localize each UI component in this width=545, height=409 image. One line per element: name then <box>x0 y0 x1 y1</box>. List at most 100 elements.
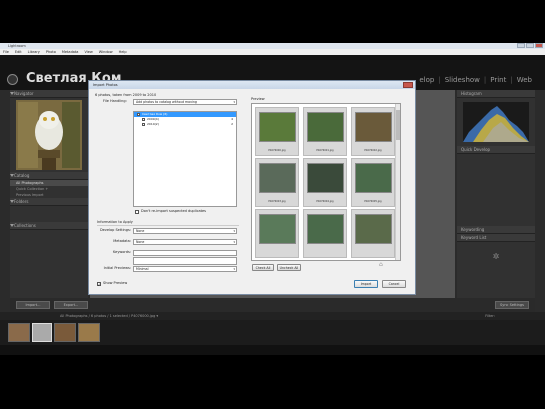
preview-cell[interactable]: P4076005.jpg <box>351 158 395 207</box>
minimize-button[interactable] <box>517 43 525 48</box>
preview-cell[interactable]: P4076004.jpg <box>303 158 347 207</box>
scrollbar-thumb[interactable] <box>396 110 400 140</box>
export-button[interactable]: Export... <box>54 301 88 309</box>
collections-label: Collections <box>14 223 36 228</box>
check-all-button[interactable]: Check All <box>252 264 274 271</box>
preview-image <box>355 214 392 244</box>
preview-scrollbar[interactable] <box>395 104 400 260</box>
dont-reimport-checkbox[interactable] <box>135 210 139 214</box>
import-dialog-button[interactable]: Import <box>354 280 378 288</box>
filmstrip-bar: All Photographs / 6 photos / 1 selected … <box>0 312 545 320</box>
folder-listbox[interactable]: Светлая Ком (6) 2009(4) 4 2010(2) 2 <box>133 111 237 207</box>
navigator-preview[interactable] <box>16 100 82 170</box>
thumbnail-size-slider[interactable]: ⌂ <box>379 261 383 268</box>
navigator-label: Navigator <box>14 91 34 96</box>
metadata-label: Metadata: <box>113 239 131 243</box>
preview-cell[interactable]: P4076002.jpg <box>351 107 395 156</box>
left-panel: Navigator Catalog All Photographs Quick … <box>10 90 88 298</box>
folder-item-label: 2009(4) <box>147 117 159 121</box>
preview-image <box>355 163 392 193</box>
preview-caption: P4076004.jpg <box>316 200 334 203</box>
preview-cell[interactable]: P4076003.jpg <box>255 158 299 207</box>
keywording-header[interactable]: Keywording <box>457 226 535 234</box>
filter-label: Filter: <box>485 314 495 318</box>
thumb-image <box>79 324 99 341</box>
folder-checkbox[interactable] <box>137 112 140 116</box>
folders-label: Folders <box>14 199 29 204</box>
right-panel: Histogram Quick Develop Keywording Keywo… <box>457 90 535 298</box>
metadata-select[interactable]: None <box>133 239 237 245</box>
catalog-header[interactable]: Catalog <box>10 172 88 180</box>
disclosure-triangle-icon <box>10 174 14 177</box>
panel-spacer <box>457 242 535 252</box>
dialog-title: Import Photos <box>93 83 118 87</box>
sync-settings-button[interactable]: Sync Settings <box>495 301 529 309</box>
taskbar <box>0 345 545 355</box>
filmstrip-path[interactable]: All Photographs / 6 photos / 1 selected … <box>60 314 158 318</box>
preview-image <box>307 163 344 193</box>
filmstrip-thumb[interactable] <box>78 323 100 342</box>
thumb-image <box>9 324 29 341</box>
histogram-label: Histogram <box>461 91 482 96</box>
initial-previews-label: Initial Previews: <box>103 266 131 270</box>
quick-develop-controls[interactable] <box>457 154 535 226</box>
file-handling-select[interactable]: Add photos to catalog without moving <box>133 99 237 105</box>
import-dialog: Import Photos 6 photos, taken from 2009 … <box>88 80 416 295</box>
preview-cell[interactable] <box>351 209 395 258</box>
show-preview-label: Show Preview <box>103 281 128 285</box>
module-develop[interactable]: elop <box>416 76 437 84</box>
uncheck-all-button[interactable]: Uncheck All <box>277 264 301 271</box>
folder-checkbox[interactable] <box>142 117 145 121</box>
module-web[interactable]: Web <box>514 76 535 84</box>
file-info-text: 6 photos, taken from 2009 to 2010 <box>95 93 157 97</box>
preview-cell[interactable] <box>303 209 347 258</box>
import-button[interactable]: Import... <box>16 301 50 309</box>
filmstrip-thumb[interactable] <box>32 323 52 342</box>
develop-settings-select[interactable]: None <box>133 228 237 234</box>
preview-grid: P4076000.jpg P4076001.jpg P4076002.jpg P… <box>251 103 401 261</box>
module-picker: elop | Slideshow | Print | Web <box>416 76 535 84</box>
quick-develop-label: Quick Develop <box>461 147 491 152</box>
preview-caption: P4076003.jpg <box>268 200 286 203</box>
filmstrip-thumb[interactable] <box>8 323 30 342</box>
keywords-input[interactable] <box>133 250 237 256</box>
folders-header[interactable]: Folders <box>10 198 88 206</box>
keywords-input-extra[interactable] <box>133 257 237 265</box>
preview-image <box>307 214 344 244</box>
preview-caption: P4076000.jpg <box>268 149 286 152</box>
keyword-list-label: Keyword List <box>461 235 487 240</box>
preview-caption: P4076002.jpg <box>364 149 382 152</box>
maximize-button[interactable] <box>526 43 534 48</box>
bottom-toolbar: Import... Export... Sync Settings <box>10 298 535 312</box>
close-button[interactable] <box>535 43 543 48</box>
disclosure-triangle-icon <box>10 224 14 227</box>
dialog-close-button[interactable] <box>403 82 413 88</box>
keyword-list-header[interactable]: Keyword List <box>457 234 535 242</box>
preview-cell[interactable] <box>255 209 299 258</box>
initial-previews-select[interactable]: Minimal <box>133 266 237 272</box>
dont-reimport-label: Don't re-import suspected duplicates <box>141 209 206 213</box>
preview-cell[interactable]: P4076000.jpg <box>255 107 299 156</box>
preview-image <box>259 112 296 142</box>
navigator-header[interactable]: Navigator <box>10 90 88 98</box>
spinner-icon: ✲ <box>492 252 500 261</box>
disclosure-triangle-icon <box>10 92 14 95</box>
collections-header[interactable]: Collections <box>10 222 88 230</box>
histogram-header[interactable]: Histogram <box>457 90 535 98</box>
module-slideshow[interactable]: Slideshow <box>442 76 483 84</box>
filmstrip-thumb[interactable] <box>54 323 76 342</box>
preview-cell[interactable]: P4076001.jpg <box>303 107 347 156</box>
cancel-dialog-button[interactable]: Cancel <box>382 280 406 288</box>
folder-item-label: Светлая Ком (6) <box>142 112 168 116</box>
keywords-label: Keywords: <box>113 250 131 254</box>
preview-image <box>259 163 296 193</box>
folder-checkbox[interactable] <box>142 122 145 126</box>
quick-develop-header[interactable]: Quick Develop <box>457 146 535 154</box>
file-handling-label: File Handling: <box>103 99 127 103</box>
folder-volume[interactable] <box>10 206 88 222</box>
folder-item[interactable]: 2010(2) 2 <box>134 122 236 127</box>
dialog-titlebar[interactable]: Import Photos <box>89 81 415 89</box>
module-print[interactable]: Print <box>487 76 509 84</box>
show-preview-checkbox[interactable] <box>97 282 101 286</box>
brand-logo-icon <box>7 74 18 85</box>
